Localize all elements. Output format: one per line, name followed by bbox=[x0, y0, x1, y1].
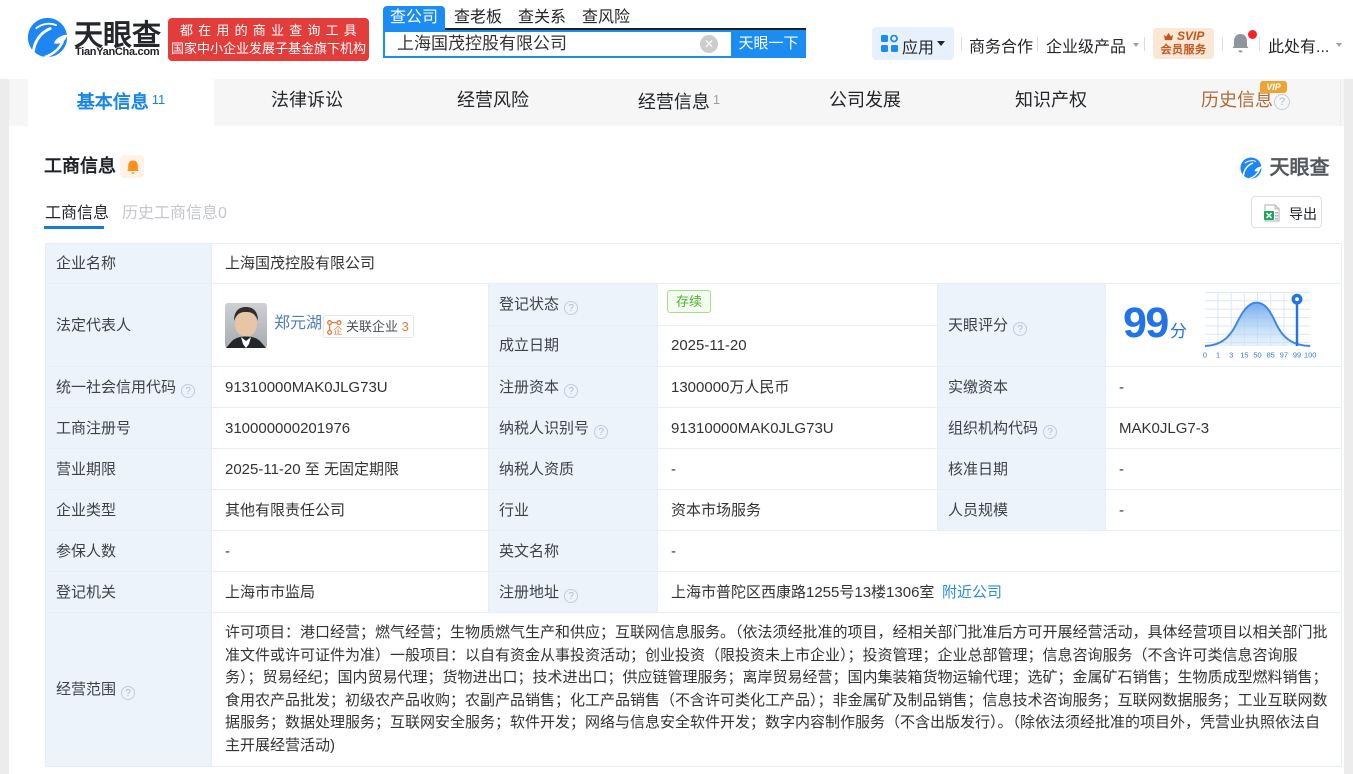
svg-text:99: 99 bbox=[1293, 351, 1301, 360]
svg-text:100: 100 bbox=[1304, 351, 1316, 360]
svg-text:50: 50 bbox=[1253, 351, 1261, 360]
svg-text:0: 0 bbox=[1203, 351, 1207, 360]
svg-text:3: 3 bbox=[1229, 351, 1233, 360]
svg-text:85: 85 bbox=[1267, 351, 1275, 360]
svg-text:97: 97 bbox=[1280, 351, 1288, 360]
svg-text:企: 企 bbox=[333, 325, 342, 335]
svg-text:1: 1 bbox=[1216, 351, 1220, 360]
svg-text:15: 15 bbox=[1240, 351, 1248, 360]
